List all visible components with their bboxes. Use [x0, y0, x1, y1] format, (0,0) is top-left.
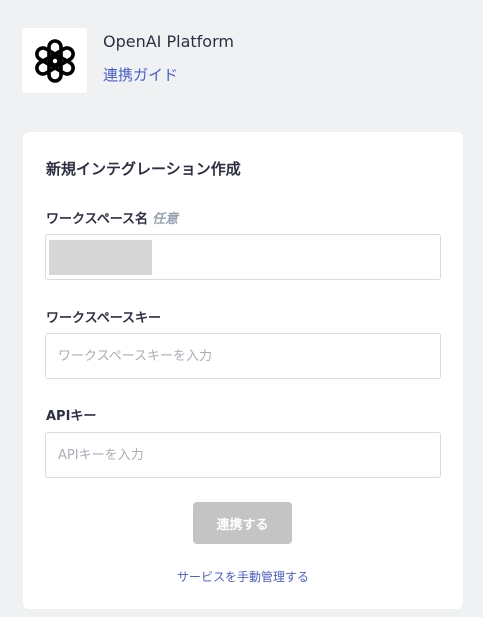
- openai-logo-icon: [22, 28, 87, 93]
- manual-manage-link[interactable]: サービスを手動管理する: [23, 568, 463, 585]
- integration-guide-link[interactable]: 連携ガイド: [103, 64, 178, 85]
- redacted-value: [49, 240, 152, 275]
- workspace-name-label-text: ワークスペース名: [46, 212, 149, 227]
- connect-button[interactable]: 連携する: [193, 502, 292, 544]
- optional-tag: 任意: [152, 212, 179, 227]
- api-key-field[interactable]: [45, 432, 441, 478]
- form-title: 新規インテグレーション作成: [46, 160, 241, 178]
- api-key-input[interactable]: [46, 433, 440, 477]
- workspace-key-input[interactable]: [46, 334, 440, 378]
- integration-header: OpenAI Platform 連携ガイド: [22, 28, 462, 94]
- workspace-key-label: ワークスペースキー: [46, 311, 162, 326]
- app-title: OpenAI Platform: [103, 32, 234, 51]
- workspace-name-field[interactable]: [45, 234, 441, 280]
- api-key-label: APIキー: [46, 409, 97, 424]
- new-integration-card: 新規インテグレーション作成 ワークスペース名任意 ワークスペースキー APIキー…: [23, 132, 463, 609]
- workspace-name-label: ワークスペース名 任意: [46, 208, 178, 227]
- workspace-key-field[interactable]: [45, 333, 441, 379]
